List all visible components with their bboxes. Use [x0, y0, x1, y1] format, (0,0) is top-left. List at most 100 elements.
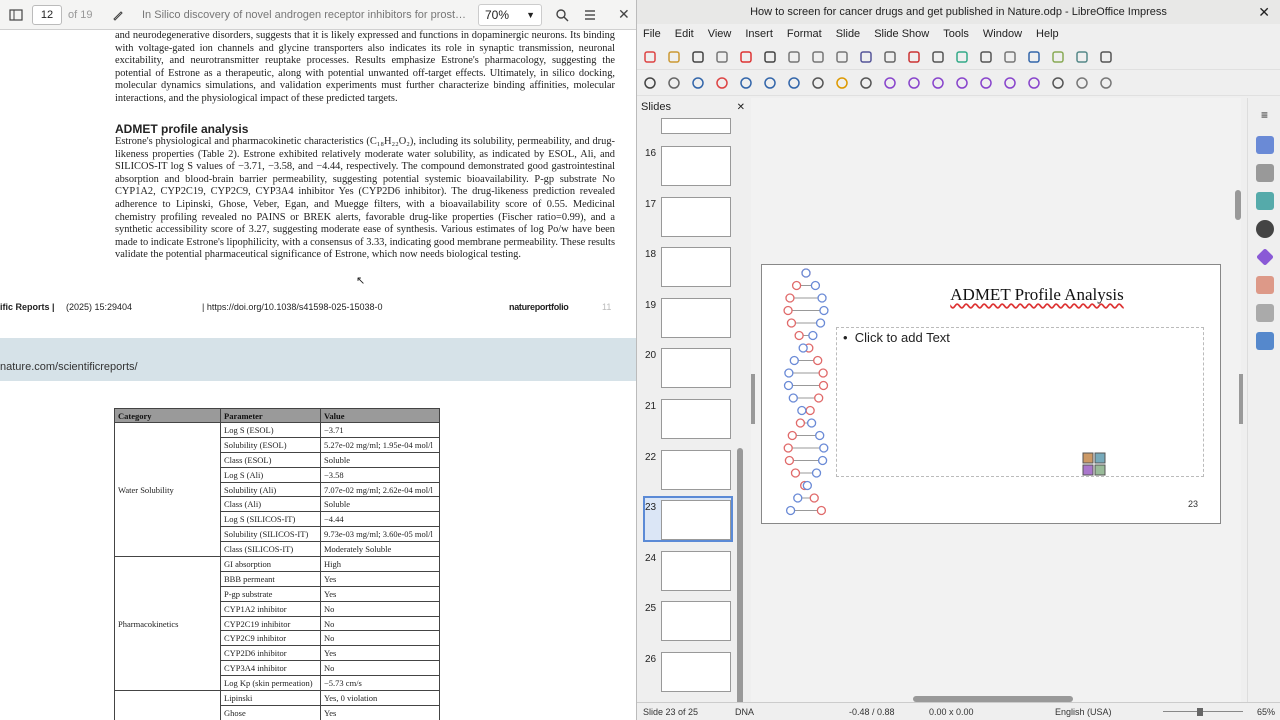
menu-file[interactable]: File [643, 28, 661, 40]
slide-thumb-21[interactable]: 21 [639, 399, 739, 443]
arrow-icon[interactable] [809, 74, 827, 92]
save-icon[interactable] [689, 48, 707, 66]
close-icon[interactable]: ✕ [1258, 4, 1270, 21]
menu-slide-show[interactable]: Slide Show [874, 28, 929, 40]
slide-thumb-26[interactable]: 26 [639, 652, 739, 696]
curve-icon[interactable] [833, 74, 851, 92]
annotate-pen-icon[interactable] [106, 3, 130, 27]
zoom-select[interactable]: 70% ▼ [478, 3, 542, 26]
menu-view[interactable]: View [708, 28, 732, 40]
menu-tools[interactable]: Tools [943, 28, 969, 40]
sidebar-toggle-icon[interactable] [4, 3, 28, 27]
block-arrows-icon[interactable] [929, 74, 947, 92]
text-icon[interactable] [689, 74, 707, 92]
parameter-cell: CYP3A4 inhibitor [220, 660, 321, 677]
slide-thumb-16[interactable]: 16 [639, 146, 739, 190]
menu-insert[interactable]: Insert [745, 28, 773, 40]
mouse-cursor-icon: ↖ [356, 275, 366, 287]
insert-object-icon[interactable] [1082, 452, 1106, 476]
pdf-icon[interactable] [737, 48, 755, 66]
transform-icon[interactable] [1049, 74, 1067, 92]
slide-transition-icon[interactable] [1255, 276, 1274, 294]
basic-shapes-icon[interactable] [881, 74, 899, 92]
content-placeholder[interactable]: • Click to add Text [836, 327, 1204, 477]
3d-objects-icon[interactable] [1025, 74, 1043, 92]
scrollbar-thumb[interactable] [737, 448, 743, 718]
copy-icon[interactable] [809, 48, 827, 66]
status-language: English (USA) [1055, 707, 1112, 717]
zoom-icon[interactable] [665, 74, 683, 92]
thumbnail [661, 500, 731, 541]
rectangle-icon[interactable] [761, 74, 779, 92]
shapes-icon[interactable] [1255, 248, 1274, 266]
undo-icon[interactable] [881, 48, 899, 66]
arrange-icon[interactable] [1097, 74, 1115, 92]
status-zoom[interactable]: 65% [1257, 707, 1275, 717]
animation-icon[interactable] [1255, 304, 1274, 322]
grid-icon[interactable] [977, 48, 995, 66]
table-icon[interactable] [1049, 48, 1067, 66]
slide-thumb-23[interactable]: 23 [639, 496, 739, 544]
parameter-cell: BBB permeant [220, 570, 321, 587]
print-icon[interactable] [761, 48, 779, 66]
pane-collapse-left[interactable] [751, 374, 755, 424]
open-icon[interactable] [665, 48, 683, 66]
stars-icon[interactable] [1001, 74, 1019, 92]
slide-thumb-22[interactable]: 22 [639, 449, 739, 494]
navigator-icon[interactable] [1255, 220, 1274, 238]
symbol-shapes-icon[interactable] [905, 74, 923, 92]
align-icon[interactable] [1073, 74, 1091, 92]
find-icon[interactable] [929, 48, 947, 66]
callouts-icon[interactable] [977, 74, 995, 92]
ellipse-icon[interactable] [785, 74, 803, 92]
menu-format[interactable]: Format [787, 28, 822, 40]
gallery-icon[interactable] [1255, 192, 1274, 210]
search-icon[interactable] [550, 3, 574, 27]
line-icon[interactable] [737, 74, 755, 92]
export-icon[interactable] [713, 48, 731, 66]
chart-icon[interactable] [1097, 48, 1115, 66]
fill-color-icon[interactable] [713, 74, 731, 92]
slide-thumb-17[interactable]: 17 [639, 196, 739, 241]
spellcheck-icon[interactable] [953, 48, 971, 66]
paste-icon[interactable] [833, 48, 851, 66]
cut-icon[interactable] [785, 48, 803, 66]
vertical-scrollbar[interactable] [1235, 100, 1241, 690]
new-icon[interactable] [641, 48, 659, 66]
scrollbar-thumb[interactable] [1235, 190, 1241, 220]
menu-help[interactable]: Help [1036, 28, 1059, 40]
close-icon[interactable]: ✕ [618, 6, 630, 23]
styles-icon[interactable] [1255, 164, 1274, 182]
slide-thumb-partial[interactable] [639, 118, 739, 136]
close-pane-icon[interactable]: ✕ [737, 102, 745, 113]
display-views-icon[interactable] [1025, 48, 1043, 66]
master-slides-icon[interactable] [1255, 332, 1274, 350]
parameter-cell: CYP2C9 inhibitor [220, 630, 321, 647]
menu-icon[interactable]: ≡ [1256, 108, 1274, 126]
image-icon[interactable] [1073, 48, 1091, 66]
select-icon[interactable] [641, 74, 659, 92]
menu-edit[interactable]: Edit [675, 28, 694, 40]
menu-icon[interactable] [578, 3, 602, 27]
section-heading: ADMET profile analysis [115, 122, 249, 136]
slide-thumb-24[interactable]: 24 [639, 550, 739, 595]
helplines-icon[interactable] [1001, 48, 1019, 66]
slide-title[interactable]: ADMET Profile Analysis [912, 285, 1162, 305]
connector-icon[interactable] [857, 74, 875, 92]
slide-canvas[interactable]: ADMET Profile Analysis • Click to add Te… [761, 264, 1221, 524]
redo-icon[interactable] [905, 48, 923, 66]
slide-thumb-18[interactable]: 18 [639, 247, 739, 291]
slide-thumb-19[interactable]: 19 [639, 297, 739, 342]
menu-window[interactable]: Window [983, 28, 1022, 40]
zoom-value: 70% [485, 7, 510, 22]
zoom-slider[interactable] [1157, 708, 1247, 716]
clone-icon[interactable] [857, 48, 875, 66]
slide-thumb-20[interactable]: 20 [639, 348, 739, 392]
slide-thumb-25[interactable]: 25 [639, 601, 739, 645]
thumbnail [661, 297, 731, 338]
menu-slide[interactable]: Slide [836, 28, 860, 40]
properties-icon[interactable] [1255, 136, 1274, 154]
page-number-input[interactable]: 12 [32, 4, 62, 25]
flowchart-icon[interactable] [953, 74, 971, 92]
slides-scrollbar[interactable] [737, 118, 743, 718]
